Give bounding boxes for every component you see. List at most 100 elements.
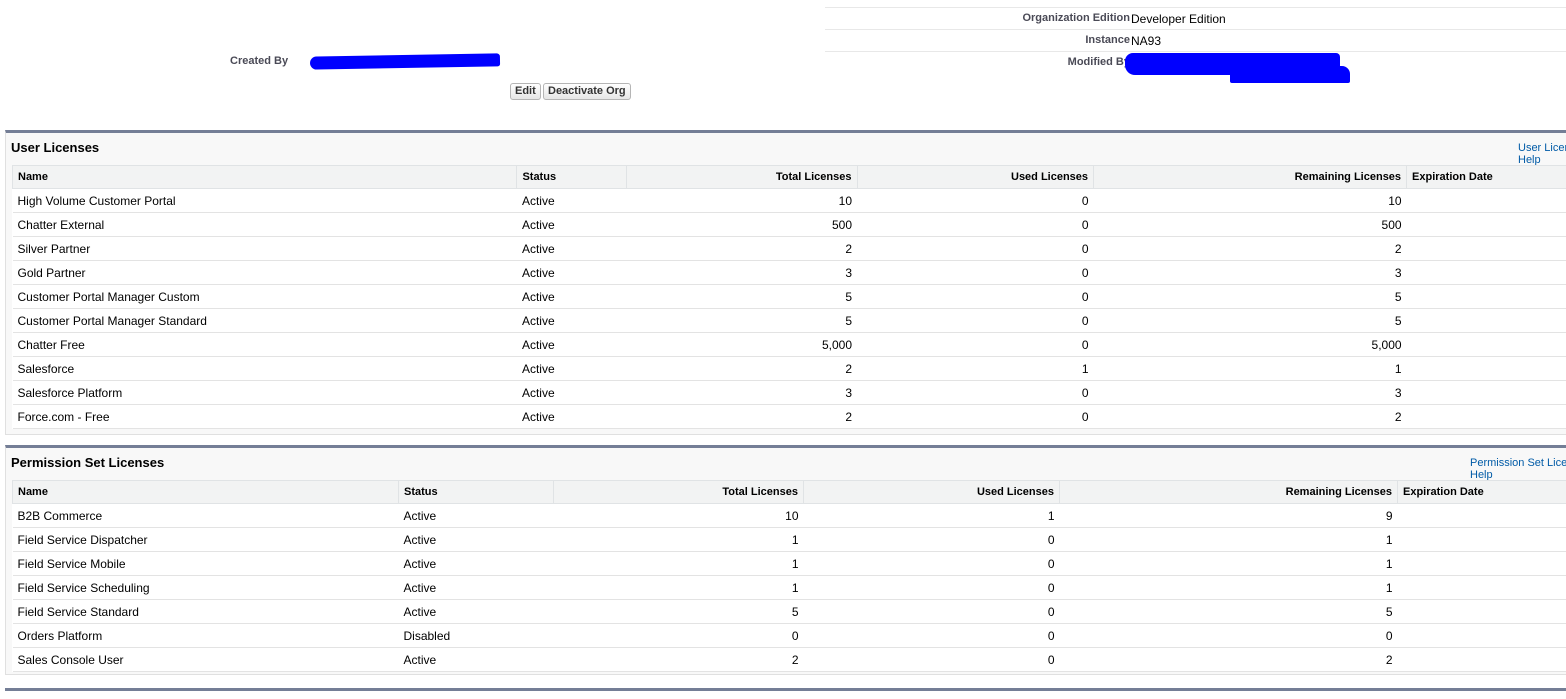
- cell-name: Field Service Mobile: [12, 551, 399, 576]
- column-header-status: Status: [398, 480, 554, 504]
- cell-status: Active: [516, 404, 627, 429]
- cell-name: Force.com - Free: [12, 404, 517, 429]
- cell-total-licenses: 1: [553, 575, 804, 600]
- column-header-expiration-date: Expiration Date: [1406, 165, 1566, 189]
- cell-name: Chatter Free: [12, 332, 517, 357]
- cell-used-licenses: 1: [803, 503, 1060, 528]
- cell-remaining-licenses: 2: [1093, 236, 1407, 261]
- cell-used-licenses: 0: [857, 332, 1094, 357]
- table-row: B2B Commerce Active 10 1 9: [12, 503, 1566, 528]
- table-row: Orders Platform Disabled 0 0 0: [12, 623, 1566, 648]
- cell-used-licenses: 1: [857, 356, 1094, 381]
- cell-remaining-licenses: 500: [1093, 212, 1407, 237]
- cell-total-licenses: 2: [626, 236, 857, 261]
- table-row: Customer Portal Manager Custom Active 5 0 5: [12, 284, 1566, 309]
- table-row: Chatter Free Active 5,000 0 5,000: [12, 332, 1566, 357]
- cell-expiration-date: [1406, 356, 1566, 381]
- detail-row-partial: [825, 0, 1566, 8]
- table-row: Customer Portal Manager Standard Active 5 0…: [12, 308, 1566, 333]
- cell-remaining-licenses: 3: [1093, 380, 1407, 405]
- edit-button[interactable]: Edit: [510, 83, 541, 100]
- cell-expiration-date: [1397, 647, 1566, 672]
- cell-status: Active: [398, 503, 554, 528]
- cell-status: Active: [398, 647, 554, 672]
- permission-set-licenses-table: Name Status Total Licenses Used Licenses Rem…: [12, 480, 1566, 672]
- column-header-expiration-date: Expiration Date: [1397, 480, 1566, 504]
- table-header-row: Name Status Total Licenses Used Licenses Rem…: [11, 165, 1566, 189]
- cell-remaining-licenses: 9: [1059, 503, 1398, 528]
- next-section-border: [5, 688, 1566, 691]
- column-header-total-licenses: Total Licenses: [553, 480, 804, 504]
- column-header-remaining-licenses: Remaining Licenses: [1059, 480, 1398, 504]
- table-row: Gold Partner Active 3 0 3: [12, 260, 1566, 285]
- cell-name: High Volume Customer Portal: [12, 188, 517, 213]
- cell-expiration-date: [1397, 599, 1566, 624]
- cell-name: Field Service Dispatcher: [12, 527, 399, 552]
- cell-total-licenses: 500: [626, 212, 857, 237]
- cell-remaining-licenses: 3: [1093, 260, 1407, 285]
- table-row: Field Service Dispatcher Active 1 0 1: [12, 527, 1566, 552]
- cell-total-licenses: 3: [626, 260, 857, 285]
- permission-set-licenses-help-link[interactable]: Permission Set Licenses Help: [1470, 457, 1566, 481]
- cell-expiration-date: [1397, 551, 1566, 576]
- redaction-modified-by-2: [1230, 66, 1350, 83]
- cell-used-licenses: 0: [803, 527, 1060, 552]
- cell-used-licenses: 0: [803, 623, 1060, 648]
- cell-name: Salesforce Platform: [12, 380, 517, 405]
- cell-remaining-licenses: 2: [1059, 647, 1398, 672]
- detail-value: Developer Edition: [1131, 12, 1226, 26]
- deactivate-org-button[interactable]: Deactivate Org: [543, 83, 631, 100]
- table-header-row: Name Status Total Licenses Used Licenses Rem…: [12, 480, 1566, 504]
- cell-used-licenses: 0: [857, 284, 1094, 309]
- cell-expiration-date: [1406, 212, 1566, 237]
- cell-remaining-licenses: 10: [1093, 188, 1407, 213]
- cell-status: Active: [398, 527, 554, 552]
- cell-total-licenses: 2: [626, 356, 857, 381]
- cell-name: Silver Partner: [12, 236, 517, 261]
- cell-status: Active: [516, 308, 627, 333]
- cell-remaining-licenses: 5: [1059, 599, 1398, 624]
- column-header-remaining-licenses: Remaining Licenses: [1093, 165, 1408, 189]
- cell-expiration-date: [1397, 503, 1566, 528]
- redaction-created-by: [309, 53, 501, 70]
- created-by-label: Created By: [230, 55, 289, 67]
- cell-remaining-licenses: 1: [1059, 551, 1398, 576]
- cell-status: Active: [516, 236, 627, 261]
- cell-name: Orders Platform: [12, 623, 399, 648]
- table-row: Field Service Scheduling Active 1 0 1: [12, 575, 1566, 600]
- cell-used-licenses: 0: [803, 647, 1060, 672]
- cell-status: Active: [516, 380, 627, 405]
- detail-label: Instance: [1085, 34, 1130, 46]
- cell-status: Active: [516, 284, 627, 309]
- user-licenses-table: Name Status Total Licenses Used Licenses Rem…: [11, 165, 1566, 429]
- cell-expiration-date: [1406, 260, 1566, 285]
- cell-expiration-date: [1406, 380, 1566, 405]
- cell-status: Active: [516, 188, 627, 213]
- cell-used-licenses: 0: [857, 260, 1094, 285]
- cell-name: Customer Portal Manager Standard: [12, 308, 517, 333]
- cell-total-licenses: 10: [626, 188, 857, 213]
- cell-remaining-licenses: 0: [1059, 623, 1398, 648]
- cell-status: Active: [516, 332, 627, 357]
- user-licenses-section: User Licenses User Licenses Help NameSta…: [5, 130, 1566, 435]
- user-licenses-help-link[interactable]: User Licenses Help: [1518, 142, 1566, 166]
- cell-used-licenses: 0: [857, 380, 1094, 405]
- detail-row-edition: Organization Edition Developer Edition: [825, 8, 1566, 30]
- table-row: Force.com - Free Active 2 0 2: [12, 404, 1566, 429]
- cell-name: Customer Portal Manager Custom: [12, 284, 517, 309]
- cell-total-licenses: 0: [553, 623, 804, 648]
- detail-label: Modified By: [1067, 56, 1130, 68]
- table-row: Salesforce Platform Active 3 0 3: [12, 380, 1566, 405]
- cell-expiration-date: [1406, 284, 1566, 309]
- table-row: Field Service Standard Active 5 0 5: [12, 599, 1566, 624]
- cell-total-licenses: 3: [626, 380, 857, 405]
- cell-total-licenses: 5: [626, 308, 857, 333]
- cell-expiration-date: [1406, 236, 1566, 261]
- cell-total-licenses: 2: [553, 647, 804, 672]
- cell-status: Active: [398, 551, 554, 576]
- cell-total-licenses: 1: [553, 551, 804, 576]
- cell-name: Gold Partner: [12, 260, 517, 285]
- table-row: Salesforce Active 2 1 1: [12, 356, 1566, 381]
- column-header-name: Name: [11, 165, 518, 189]
- column-header-name: Name: [12, 480, 399, 504]
